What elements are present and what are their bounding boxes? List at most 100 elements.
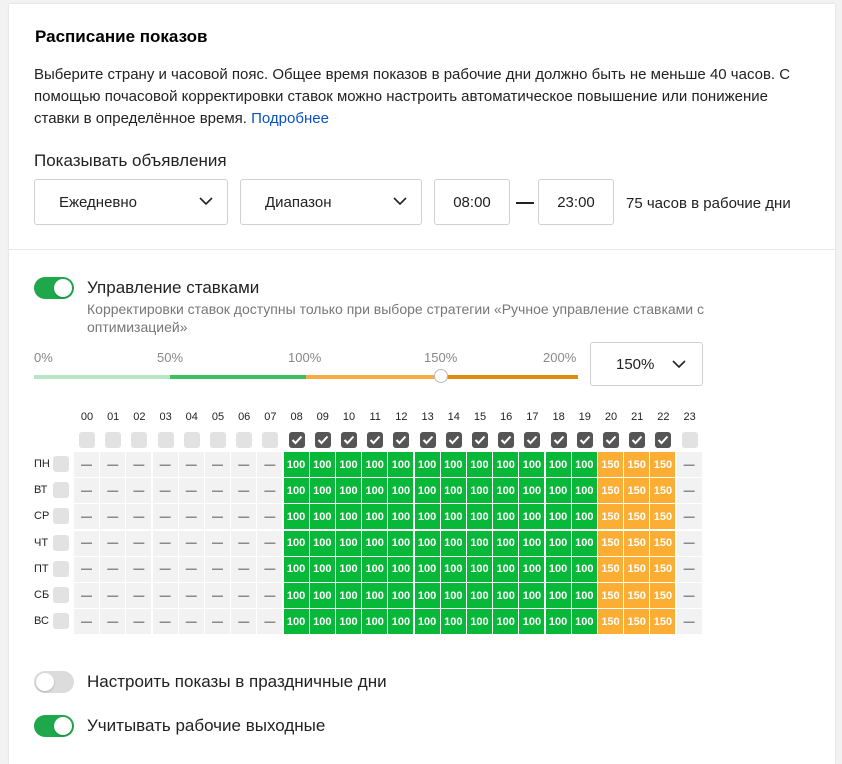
frequency-select[interactable]: Ежедневно [34, 179, 228, 225]
schedule-cell[interactable]: 100 [414, 530, 440, 556]
schedule-cell[interactable]: — [231, 530, 257, 556]
schedule-cell[interactable]: — [257, 609, 283, 635]
schedule-cell[interactable]: — [231, 583, 257, 608]
schedule-cell[interactable]: — [152, 556, 178, 582]
schedule-cell[interactable]: — [74, 530, 99, 556]
mode-select[interactable]: Диапазон [240, 179, 422, 225]
schedule-cell[interactable]: 100 [336, 452, 361, 477]
schedule-cell[interactable]: — [231, 452, 257, 477]
schedule-cell[interactable]: 100 [571, 452, 597, 477]
schedule-cell[interactable]: 100 [571, 504, 597, 530]
schedule-cell[interactable]: 100 [440, 609, 466, 635]
schedule-cell[interactable]: 100 [493, 504, 519, 530]
hour-column-checkbox[interactable] [262, 432, 279, 448]
schedule-cell[interactable]: — [178, 452, 204, 477]
schedule-cell[interactable]: 100 [336, 504, 361, 530]
schedule-cell[interactable]: — [205, 583, 230, 608]
schedule-cell[interactable]: — [257, 504, 283, 530]
schedule-cell[interactable]: 150 [624, 452, 650, 477]
schedule-cell[interactable]: 100 [283, 478, 309, 504]
schedule-cell[interactable]: 150 [598, 452, 623, 477]
schedule-cell[interactable]: — [676, 504, 702, 530]
schedule-cell[interactable]: 100 [362, 609, 388, 635]
schedule-cell[interactable]: — [205, 530, 230, 556]
schedule-cell[interactable]: 100 [309, 504, 335, 530]
schedule-cell[interactable]: 100 [283, 583, 309, 608]
schedule-cell[interactable]: 100 [283, 530, 309, 556]
schedule-cell[interactable]: 100 [440, 583, 466, 608]
schedule-cell[interactable]: 100 [467, 530, 492, 556]
schedule-cell[interactable]: 100 [571, 556, 597, 582]
schedule-cell[interactable]: 100 [388, 504, 414, 530]
schedule-cell[interactable]: 100 [545, 478, 571, 504]
bid-percent-select[interactable]: 150% [590, 342, 703, 386]
schedule-cell[interactable]: 100 [493, 556, 519, 582]
schedule-cell[interactable]: — [126, 556, 152, 582]
schedule-cell[interactable]: — [100, 452, 126, 477]
schedule-cell[interactable]: 100 [493, 530, 519, 556]
schedule-cell[interactable]: 100 [571, 583, 597, 608]
hour-column-checkbox[interactable] [629, 432, 646, 448]
schedule-cell[interactable]: 100 [414, 583, 440, 608]
schedule-cell[interactable]: 100 [440, 556, 466, 582]
schedule-cell[interactable]: 100 [493, 478, 519, 504]
schedule-cell[interactable]: 100 [388, 478, 414, 504]
schedule-cell[interactable]: — [126, 478, 152, 504]
schedule-cell[interactable]: — [152, 478, 178, 504]
hour-column-checkbox[interactable] [603, 432, 619, 448]
schedule-cell[interactable]: — [152, 530, 178, 556]
day-row-checkbox[interactable] [53, 456, 69, 472]
schedule-cell[interactable]: 100 [283, 609, 309, 635]
schedule-cell[interactable]: — [178, 530, 204, 556]
schedule-cell[interactable]: — [178, 583, 204, 608]
schedule-cell[interactable]: 100 [388, 556, 414, 582]
schedule-cell[interactable]: 150 [598, 583, 623, 608]
schedule-cell[interactable]: — [676, 556, 702, 582]
schedule-cell[interactable]: — [100, 478, 126, 504]
schedule-cell[interactable]: 100 [493, 583, 519, 608]
schedule-cell[interactable]: 100 [283, 504, 309, 530]
schedule-cell[interactable]: 150 [598, 504, 623, 530]
hour-column-checkbox[interactable] [210, 432, 226, 448]
schedule-cell[interactable]: — [205, 609, 230, 635]
hour-column-checkbox[interactable] [498, 432, 515, 448]
schedule-cell[interactable]: 150 [650, 583, 676, 608]
holidays-toggle[interactable] [34, 671, 74, 693]
schedule-cell[interactable]: 100 [519, 609, 545, 635]
schedule-cell[interactable]: 100 [388, 530, 414, 556]
schedule-cell[interactable]: 100 [467, 452, 492, 477]
schedule-cell[interactable]: — [231, 504, 257, 530]
schedule-cell[interactable]: — [231, 556, 257, 582]
hour-column-checkbox[interactable] [183, 432, 200, 448]
schedule-cell[interactable]: — [676, 452, 702, 477]
schedule-cell[interactable]: 100 [571, 478, 597, 504]
schedule-cell[interactable]: 100 [467, 504, 492, 530]
schedule-cell[interactable]: 100 [519, 452, 545, 477]
day-row-checkbox[interactable] [53, 613, 69, 630]
schedule-cell[interactable]: 100 [467, 556, 492, 582]
schedule-cell[interactable]: — [152, 452, 178, 477]
schedule-cell[interactable]: 150 [650, 556, 676, 582]
schedule-cell[interactable]: — [257, 478, 283, 504]
schedule-cell[interactable]: 100 [493, 452, 519, 477]
schedule-cell[interactable]: 150 [650, 452, 676, 477]
schedule-cell[interactable]: — [205, 504, 230, 530]
schedule-cell[interactable]: — [152, 583, 178, 608]
schedule-cell[interactable]: 100 [309, 452, 335, 477]
hour-column-checkbox[interactable] [341, 432, 357, 448]
schedule-cell[interactable]: 100 [362, 583, 388, 608]
schedule-cell[interactable]: 150 [624, 583, 650, 608]
schedule-cell[interactable]: 100 [519, 478, 545, 504]
bid-slider-thumb[interactable] [434, 369, 448, 383]
schedule-cell[interactable]: 100 [493, 609, 519, 635]
schedule-cell[interactable]: 150 [650, 530, 676, 556]
schedule-cell[interactable]: 150 [624, 530, 650, 556]
day-row-checkbox[interactable] [53, 482, 69, 499]
schedule-cell[interactable]: — [205, 478, 230, 504]
schedule-cell[interactable]: — [74, 478, 99, 504]
schedule-cell[interactable]: — [126, 583, 152, 608]
hour-column-checkbox[interactable] [367, 432, 384, 448]
schedule-cell[interactable]: — [257, 583, 283, 608]
schedule-cell[interactable]: — [100, 530, 126, 556]
schedule-cell[interactable]: 100 [545, 452, 571, 477]
